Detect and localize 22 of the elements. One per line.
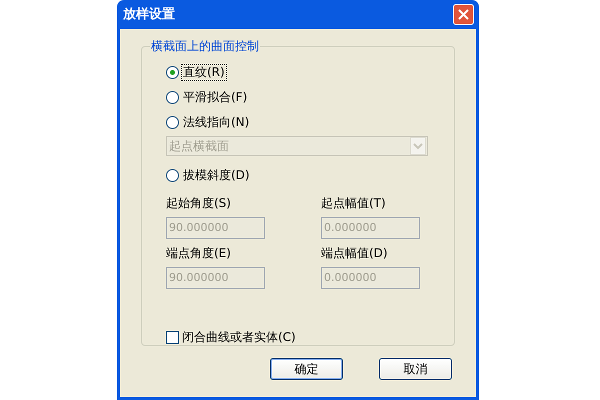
radio-button[interactable] [166,168,179,182]
checkbox-label[interactable]: 闭合曲线或者实体(C) [182,328,296,346]
chevron-down-icon [410,137,426,155]
radio-label[interactable]: 直纹(R) [182,64,226,80]
radio-button[interactable] [166,116,179,128]
radio-label[interactable]: 法线指向(N) [182,114,250,130]
radio-label[interactable]: 平滑拟合(F) [182,90,248,104]
close-icon [458,9,469,20]
field-label: 端点角度(E) [166,246,232,260]
close-button[interactable] [453,4,474,25]
field-label: 起始角度(S) [166,196,232,210]
radio-button[interactable] [166,66,179,78]
group-title: 横截面上的曲面控制 [150,38,260,54]
dialog-button[interactable]: 取消 [379,358,452,380]
checkbox[interactable] [166,330,179,344]
field-label: 起点幅值(T) [321,196,387,210]
window-title: 放样设置 [123,6,175,24]
dropdown-value: 起点横截面 [168,138,230,155]
field-label: 端点幅值(D) [321,246,389,260]
dialog-button[interactable]: 确定 [270,358,343,380]
radio-label[interactable]: 拔模斜度(D) [182,168,251,182]
radio-button[interactable] [166,90,179,104]
